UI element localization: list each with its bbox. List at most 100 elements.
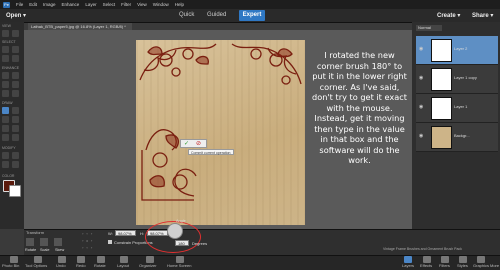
- rotate-button-label[interactable]: Rotate: [25, 248, 36, 252]
- commit-check-icon[interactable]: ✓: [184, 140, 189, 147]
- create-button[interactable]: Create ▾: [437, 12, 460, 19]
- layers-icon[interactable]: [404, 256, 412, 263]
- mode-quick[interactable]: Quick: [179, 12, 194, 18]
- effects-button[interactable]: Effects: [420, 263, 432, 268]
- layout-button[interactable]: Layout: [117, 263, 129, 268]
- photo-bin-icon[interactable]: [10, 256, 18, 263]
- undo-icon[interactable]: [58, 256, 66, 263]
- h-label: H:: [140, 231, 144, 236]
- skew-icon[interactable]: [54, 238, 62, 246]
- hand-tool-icon[interactable]: [12, 30, 19, 37]
- filters-button[interactable]: Filters: [439, 263, 450, 268]
- move-tool-icon[interactable]: [2, 46, 9, 53]
- eye-icon[interactable]: ◉: [419, 75, 423, 81]
- scale-icon[interactable]: [40, 238, 48, 246]
- paint-bucket-tool-icon[interactable]: [2, 116, 9, 123]
- layer-row[interactable]: ◉ Layer 1: [416, 94, 498, 123]
- constrain-checkbox[interactable]: [108, 240, 112, 244]
- angle-dial[interactable]: [167, 223, 183, 239]
- cancel-icon[interactable]: ⊘: [196, 140, 201, 147]
- shape-tool-icon[interactable]: [12, 125, 19, 132]
- menu-view[interactable]: View: [137, 2, 147, 7]
- layer-thumbnail: [431, 126, 452, 149]
- mode-guided[interactable]: Guided: [207, 12, 226, 18]
- home-screen-button[interactable]: Home Screen: [167, 263, 191, 268]
- menu-layer[interactable]: Layer: [85, 2, 96, 7]
- pencil-tool-icon[interactable]: [12, 134, 19, 141]
- rotate-icon[interactable]: [97, 256, 105, 263]
- open-button[interactable]: Open ▾: [6, 12, 26, 19]
- clone-stamp-tool-icon[interactable]: [12, 81, 19, 88]
- crop-tool-icon[interactable]: [2, 152, 9, 159]
- undo-button[interactable]: Undo: [56, 263, 66, 268]
- status-text: Vintage Frame Brushes and Ornament Brush…: [383, 247, 462, 251]
- eye-icon[interactable]: ◉: [419, 104, 423, 110]
- w-label: W:: [108, 231, 113, 236]
- menu-window[interactable]: Window: [153, 2, 169, 7]
- effects-icon[interactable]: [423, 256, 431, 263]
- graphics-icon[interactable]: [477, 256, 485, 263]
- eye-tool-icon[interactable]: [2, 72, 9, 79]
- gradient-tool-icon[interactable]: [12, 116, 19, 123]
- organizer-icon[interactable]: [146, 256, 154, 263]
- width-field[interactable]: 98.07%: [115, 230, 136, 236]
- background-color-swatch[interactable]: [9, 185, 21, 197]
- content-aware-move-tool-icon[interactable]: [2, 161, 9, 168]
- tool-options-button[interactable]: Tool Options: [25, 263, 47, 268]
- redo-button[interactable]: Redo: [76, 263, 86, 268]
- eraser-tool-icon[interactable]: [12, 107, 19, 114]
- layer-row[interactable]: ◉ Layer 1 copy: [416, 65, 498, 94]
- menu-edit[interactable]: Edit: [29, 2, 37, 7]
- home-screen-icon[interactable]: [176, 256, 184, 263]
- magic-wand-tool-icon[interactable]: [12, 55, 19, 62]
- spot-healing-tool-icon[interactable]: [12, 72, 19, 79]
- share-button[interactable]: Share ▾: [472, 12, 493, 19]
- organizer-button[interactable]: Organizer: [139, 263, 157, 268]
- document-canvas[interactable]: [136, 40, 305, 225]
- graphics-button[interactable]: Graphics: [473, 263, 489, 268]
- menu-image[interactable]: Image: [43, 2, 56, 7]
- smart-brush-tool-icon[interactable]: [2, 81, 9, 88]
- layers-button[interactable]: Layers: [402, 263, 414, 268]
- menu-bar: Pe File Edit Image Enhance Layer Select …: [0, 0, 500, 9]
- color-picker-tool-icon[interactable]: [2, 125, 9, 132]
- more-button[interactable]: More: [490, 263, 499, 268]
- menu-select[interactable]: Select: [103, 2, 116, 7]
- document-tab[interactable]: Lathak_BTB_paper5.jpg @ 16.8% (Layer 1, …: [28, 23, 132, 30]
- sponge-tool-icon[interactable]: [12, 90, 19, 97]
- zoom-tool-icon[interactable]: [2, 30, 9, 37]
- menu-help[interactable]: Help: [175, 2, 184, 7]
- rotate-button[interactable]: Rotate: [94, 263, 106, 268]
- rotate-icon[interactable]: [26, 238, 34, 246]
- redo-icon[interactable]: [77, 256, 85, 263]
- layer-row[interactable]: ◉ Layer 2: [416, 36, 498, 65]
- filters-icon[interactable]: [441, 256, 449, 263]
- menu-filter[interactable]: Filter: [121, 2, 131, 7]
- layer-row[interactable]: ◉ Backgr...: [416, 123, 498, 152]
- layout-icon[interactable]: [120, 256, 128, 263]
- skew-button-label[interactable]: Skew: [55, 248, 64, 252]
- eye-icon[interactable]: ◉: [419, 46, 423, 52]
- menu-file[interactable]: File: [16, 2, 23, 7]
- straighten-tool-icon[interactable]: [12, 161, 19, 168]
- menu-enhance[interactable]: Enhance: [62, 2, 80, 7]
- eye-icon[interactable]: ◉: [419, 133, 423, 139]
- toolbar-section-modify: MODIFY: [2, 146, 16, 150]
- reference-point-grid[interactable]: ◦◦◦ ◦•◦ ◦◦◦: [82, 230, 104, 252]
- app-logo-icon: Pe: [3, 1, 10, 8]
- angle-field[interactable]: 180: [175, 240, 189, 246]
- styles-button[interactable]: Styles: [457, 263, 468, 268]
- recompose-tool-icon[interactable]: [12, 152, 19, 159]
- type-tool-icon[interactable]: [2, 134, 9, 141]
- styles-icon[interactable]: [459, 256, 467, 263]
- brush-tool-icon[interactable]: [2, 107, 9, 114]
- photo-bin-button[interactable]: Photo Bin: [2, 263, 19, 268]
- marquee-tool-icon[interactable]: [12, 46, 19, 53]
- scale-button-label[interactable]: Scale: [40, 248, 50, 252]
- blend-mode-select[interactable]: Normal: [416, 25, 442, 31]
- blur-tool-icon[interactable]: [2, 90, 9, 97]
- tutorial-annotation: I rotated the new corner brush 180° to p…: [312, 50, 407, 165]
- tool-options-icon[interactable]: [34, 256, 42, 263]
- lasso-tool-icon[interactable]: [2, 55, 9, 62]
- mode-expert[interactable]: Expert: [239, 10, 265, 21]
